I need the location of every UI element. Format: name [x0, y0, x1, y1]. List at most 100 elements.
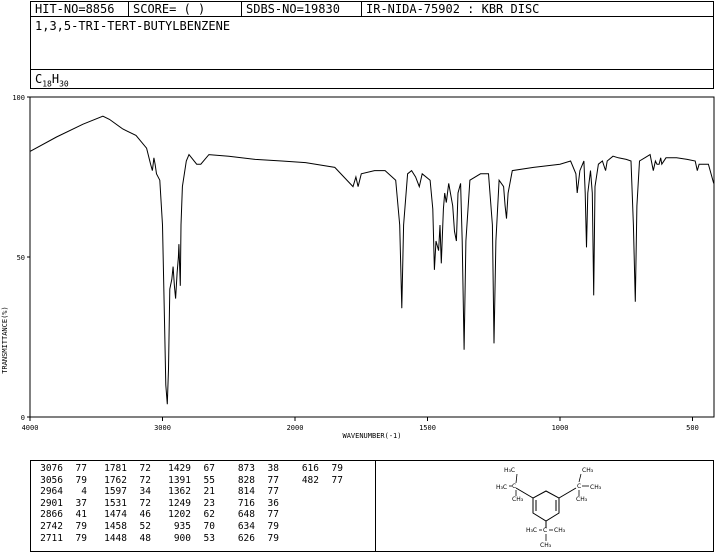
x-tick-label: 1000: [552, 424, 569, 432]
peak-row: 1202 62: [161, 509, 215, 521]
peak-list-area: 3076 77 3056 79 2964 4 2901 37 2866 41 2742 79 2711 7…: [30, 460, 714, 552]
peak-transmittance: 46: [139, 509, 151, 521]
peak-wavenumber: 1597: [104, 486, 127, 498]
peak-transmittance: 79: [331, 463, 343, 474]
ch3-label: CH₃: [540, 542, 552, 549]
benzene-ring: [515, 487, 577, 528]
peak-wavenumber: 1474: [104, 509, 127, 521]
y-axis-label: TRANSMITTANCE(%): [1, 306, 9, 373]
peak-transmittance: 79: [75, 474, 87, 486]
peak-wavenumber: 1531: [104, 497, 127, 509]
peak-wavenumber: 1249: [168, 497, 191, 509]
peak-wavenumber: 634: [237, 520, 255, 532]
peak-transmittance: 72: [139, 463, 151, 474]
peak-transmittance: 4: [81, 486, 87, 498]
peak-wavenumber: 814: [237, 486, 255, 498]
peak-wavenumber: 1762: [104, 474, 127, 486]
y-tick-label: 0: [21, 414, 25, 422]
score: SCORE= ( ): [129, 2, 242, 16]
peak-wavenumber: 616: [301, 463, 319, 474]
peak-transmittance: 38: [267, 463, 279, 474]
peak-row: 3076 77: [33, 463, 87, 475]
peak-row: 716 36: [225, 498, 279, 510]
x-tick-label: 500: [686, 424, 699, 432]
ch3-label: CH₃: [590, 484, 602, 491]
y-tick-label: 100: [12, 94, 25, 102]
peak-row: 1762 72: [97, 475, 151, 487]
header-bar: HIT-NO=8856 SCORE= ( ) SDBS-NO=19830 IR-…: [30, 1, 714, 17]
peak-row: 1531 72: [97, 498, 151, 510]
peak-row: 2964 4: [33, 486, 87, 498]
carbon-label: C: [512, 483, 516, 490]
ch3-label: CH₃: [582, 467, 594, 474]
peak-transmittance: 21: [203, 486, 215, 498]
peak-row: 1391 55: [161, 475, 215, 487]
axis-ticks: 4000 3000 2000 1500 1000 500100500: [12, 94, 698, 432]
h3c-label: H₃C: [496, 484, 507, 491]
peak-column: 616 79 482 77: [289, 463, 343, 551]
peak-transmittance: 77: [267, 486, 279, 498]
compound-name: 1,3,5-TRI-TERT-BUTYLBENZENE: [35, 19, 231, 33]
peak-transmittance: 77: [267, 474, 279, 486]
h3c-label: H₃C: [526, 527, 537, 534]
peak-wavenumber: 1202: [168, 509, 191, 521]
peak-row: 900 53: [161, 533, 215, 545]
peak-row: 814 77: [225, 486, 279, 498]
peak-wavenumber: 2901: [40, 497, 63, 509]
peak-transmittance: 77: [331, 474, 343, 486]
peak-wavenumber: 648: [237, 509, 255, 521]
peak-transmittance: 77: [267, 509, 279, 521]
peak-row: 1781 72: [97, 463, 151, 475]
peak-wavenumber: 2711: [40, 532, 63, 544]
plot-frame: [29, 96, 715, 418]
peak-wavenumber: 935: [173, 520, 191, 532]
peak-row: 1249 23: [161, 498, 215, 510]
peak-wavenumber: 626: [237, 532, 255, 544]
peak-transmittance: 79: [75, 520, 87, 532]
peak-transmittance: 34: [139, 486, 151, 498]
peak-row: 626 79: [225, 533, 279, 545]
formula: C18H30: [35, 72, 69, 89]
peak-row: 828 77: [225, 475, 279, 487]
molecule-structure-diagram: H₃C H₃C C CH₃ C CH₃ CH₃ CH₃ H₃C C CH₃ CH…: [496, 467, 602, 549]
peak-row: 1429 67: [161, 463, 215, 475]
sdbs-number: SDBS-NO=19830: [242, 2, 362, 16]
peak-row: 1597 34: [97, 486, 151, 498]
peak-wavenumber: 873: [237, 463, 255, 474]
peak-row: 616 79: [289, 463, 343, 475]
carbon-label: C: [577, 483, 581, 490]
peak-row: 2901 37: [33, 498, 87, 510]
peak-wavenumber: 1458: [104, 520, 127, 532]
peak-transmittance: 53: [203, 532, 215, 544]
peak-transmittance: 48: [139, 532, 151, 544]
ir-info: IR-NIDA-75902 : KBR DISC: [366, 2, 540, 16]
peak-wavenumber: 2742: [40, 520, 63, 532]
peak-column: 1781 72 1762 72 1597 34 1531 72 1474 46 1458 52 1448…: [97, 463, 151, 551]
peak-row: 2866 41: [33, 509, 87, 521]
peak-wavenumber: 900: [173, 532, 191, 544]
peak-transmittance: 37: [75, 497, 87, 509]
y-tick-label: 50: [17, 254, 25, 262]
peak-transmittance: 79: [267, 520, 279, 532]
peak-transmittance: 23: [203, 497, 215, 509]
peak-wavenumber: 3076: [40, 463, 63, 474]
peak-wavenumber: 828: [237, 474, 255, 486]
peak-wavenumber: 2964: [40, 486, 63, 498]
peak-column: 3076 77 3056 79 2964 4 2901 37 2866 41 2742 79 2711 7…: [33, 463, 87, 551]
peak-transmittance: 62: [203, 509, 215, 521]
peak-transmittance: 77: [75, 463, 87, 474]
peak-wavenumber: 1448: [104, 532, 127, 544]
ch3-label: CH₃: [554, 527, 566, 534]
ch3-label: CH₃: [576, 496, 588, 503]
peak-wavenumber: 2866: [40, 509, 63, 521]
x-tick-label: 1500: [419, 424, 436, 432]
peak-wavenumber: 716: [237, 497, 255, 509]
peak-row: 634 79: [225, 521, 279, 533]
peak-row: 482 77: [289, 475, 343, 487]
h3c-label: H₃C: [504, 467, 515, 474]
peak-transmittance: 41: [75, 509, 87, 521]
formula-box: C18H30: [30, 69, 714, 89]
x-tick-label: 2000: [287, 424, 304, 432]
peak-wavenumber: 3056: [40, 474, 63, 486]
ir-spectrum-chart: 4000 3000 2000 1500 1000 500100500 WAVENUMBER…: [1, 94, 715, 440]
